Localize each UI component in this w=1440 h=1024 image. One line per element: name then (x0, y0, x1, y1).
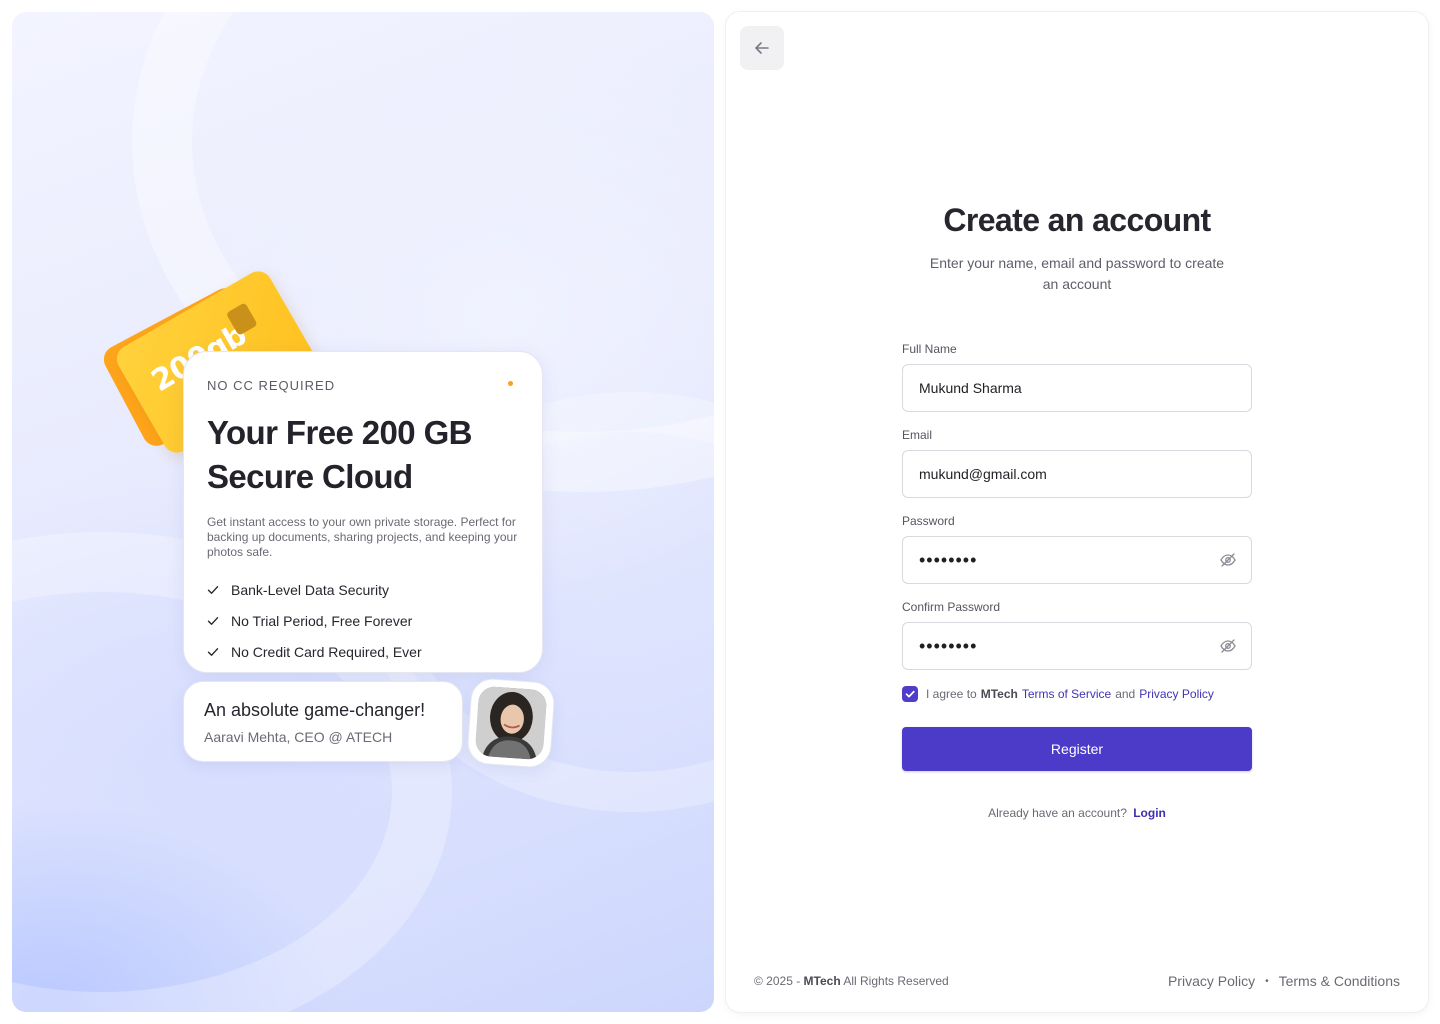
terms-conjunction: and (1115, 687, 1136, 701)
promo-description: Get instant access to your own private s… (207, 515, 518, 559)
check-icon (207, 616, 219, 625)
terms-checkbox[interactable] (902, 686, 918, 702)
login-link[interactable]: Login (1133, 806, 1166, 820)
password-field-group: Password (902, 514, 1252, 584)
feature-list: Bank-Level Data Security No Trial Period… (207, 574, 519, 667)
promo-eyebrow: NO CC REQUIRED (207, 378, 336, 393)
back-button[interactable] (740, 26, 784, 70)
password-field[interactable] (902, 536, 1252, 584)
footer-terms-link[interactable]: Terms & Conditions (1279, 973, 1400, 989)
terms-of-service-link[interactable]: Terms of Service (1022, 687, 1111, 701)
full-name-label: Full Name (902, 342, 957, 356)
full-name-field[interactable] (902, 364, 1252, 412)
copyright-suffix: All Rights Reserved (843, 974, 949, 988)
page-title: Create an account (943, 202, 1211, 238)
login-prompt: Already have an account? Login (726, 806, 1428, 820)
terms-prefix: I agree to (926, 687, 977, 701)
status-dot-icon (508, 381, 513, 386)
feature-item: No Credit Card Required, Ever (207, 636, 519, 667)
confirm-password-field[interactable] (902, 622, 1252, 670)
full-name-field-group: Full Name (902, 342, 1252, 412)
footer-brand: MTech (803, 974, 841, 988)
confirm-password-field-group: Confirm Password (902, 600, 1252, 670)
copyright-prefix: © 2025 - (754, 974, 801, 988)
password-label: Password (902, 514, 955, 528)
footer-copyright: © 2025 - MTech All Rights Reserved (754, 974, 949, 988)
feature-label: Bank-Level Data Security (231, 581, 389, 598)
check-icon (207, 647, 219, 656)
register-panel: Create an account Enter your name, email… (726, 12, 1428, 1012)
confirm-password-label: Confirm Password (902, 600, 1001, 614)
footer-privacy-link[interactable]: Privacy Policy (1168, 973, 1255, 989)
footer-separator: • (1265, 975, 1269, 987)
email-label: Email (902, 428, 933, 442)
email-field[interactable] (902, 450, 1252, 498)
promo-title-line: Your Free 200 GB (207, 414, 472, 451)
eye-off-icon[interactable] (1219, 637, 1237, 655)
testimonial-card: An absolute game-changer! Aaravi Mehta, … (183, 681, 463, 762)
login-prompt-text: Already have an account? (988, 806, 1127, 820)
check-icon (207, 585, 219, 594)
feature-label: No Trial Period, Free Forever (231, 612, 413, 629)
check-icon (905, 690, 915, 698)
feature-label: No Credit Card Required, Ever (231, 643, 422, 660)
avatar (474, 685, 548, 761)
feature-item: No Trial Period, Free Forever (207, 605, 519, 636)
brand-name: MTech (980, 687, 1018, 701)
avatar-portrait (474, 685, 548, 761)
register-form: Full Name Email Password Conf (902, 342, 1252, 771)
register-button[interactable]: Register (902, 727, 1252, 771)
eye-off-icon[interactable] (1219, 551, 1237, 569)
avatar-frame (466, 677, 556, 769)
promo-title: Your Free 200 GB Secure Cloud (207, 411, 519, 499)
arrow-left-icon (755, 42, 769, 54)
promo-panel: 200gb NO CC REQUIRED Your Free 200 GB Se… (12, 12, 714, 1012)
email-field-group: Email (902, 428, 1252, 498)
privacy-policy-link[interactable]: Privacy Policy (1139, 687, 1214, 701)
terms-agreement: I agree to MTech Terms of Service and Pr… (902, 684, 1252, 704)
page-subtitle: Enter your name, email and password to c… (929, 255, 1225, 292)
testimonial-author: Aaravi Mehta, CEO @ ATECH (204, 729, 393, 745)
testimonial-quote: An absolute game-changer! (204, 700, 426, 720)
feature-item: Bank-Level Data Security (207, 574, 519, 605)
promo-card: NO CC REQUIRED Your Free 200 GB Secure C… (183, 351, 543, 673)
promo-title-line: Secure Cloud (207, 458, 413, 495)
footer-links: Privacy Policy • Terms & Conditions (1168, 973, 1400, 989)
